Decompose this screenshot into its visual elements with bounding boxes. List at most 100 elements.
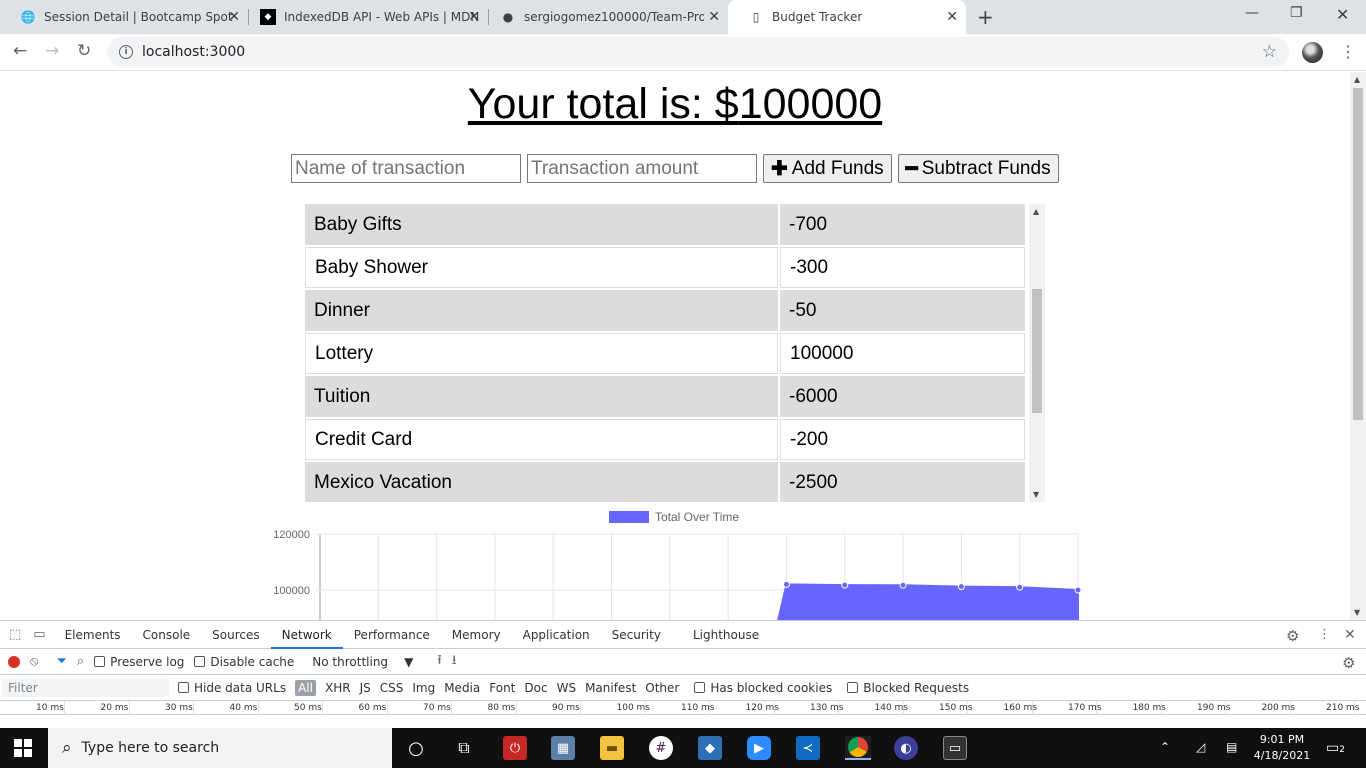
network-icon[interactable]: ◿ <box>1196 740 1205 754</box>
windows-start-icon[interactable] <box>14 739 32 757</box>
close-window-icon[interactable]: ✕ <box>1336 5 1349 24</box>
browser-tab[interactable]: ● sergiogomez100000/Team-Profile ✕ <box>480 0 728 34</box>
add-funds-button[interactable]: ✚ Add Funds <box>763 154 892 183</box>
calculator-icon[interactable]: ▦ <box>551 736 575 760</box>
forward-icon[interactable]: → <box>45 41 59 61</box>
devtools-tab[interactable]: Performance <box>343 621 441 649</box>
address-bar[interactable]: i localhost:3000 ☆ <box>107 37 1289 67</box>
slack-icon[interactable]: # <box>649 736 673 760</box>
type-filter-font[interactable]: Font <box>489 681 515 695</box>
eclipse-icon[interactable]: ◐ <box>894 736 918 760</box>
task-view-icon[interactable]: ⧉ <box>452 736 476 760</box>
ruler-label: 90 ms <box>552 703 580 713</box>
profile-avatar[interactable] <box>1302 42 1323 63</box>
devtools-tab[interactable]: Sources <box>201 621 270 649</box>
scroll-down-icon[interactable]: ▼ <box>1033 490 1039 499</box>
tray-chevron-icon[interactable]: ⌃ <box>1160 740 1170 754</box>
ruler-label: 170 ms <box>1068 703 1102 713</box>
back-icon[interactable]: ← <box>13 41 27 61</box>
vscode-icon[interactable]: ≺ <box>796 736 820 760</box>
disable-cache-checkbox[interactable]: Disable cache <box>194 655 294 669</box>
zoom-icon[interactable]: ▶ <box>747 736 771 760</box>
new-tab-icon[interactable]: + <box>977 5 994 29</box>
devtools-tab[interactable]: Console <box>132 621 202 649</box>
type-filter-media[interactable]: Media <box>444 681 480 695</box>
scroll-up-icon[interactable]: ▲ <box>1033 207 1039 216</box>
type-filter-css[interactable]: CSS <box>380 681 404 695</box>
export-har-icon[interactable]: ⭳ <box>452 651 457 673</box>
type-filter-xhr[interactable]: XHR <box>325 681 351 695</box>
type-filter-other[interactable]: Other <box>645 681 679 695</box>
transactions-table-container[interactable]: Baby Gifts -700 Baby Shower -300 Dinner -50… <box>305 204 1045 502</box>
type-filter-manifest[interactable]: Manifest <box>585 681 636 695</box>
scroll-up-icon[interactable]: ▲ <box>1354 75 1360 84</box>
info-icon[interactable]: i <box>119 45 133 59</box>
device-toolbar-icon[interactable]: ▭ <box>33 627 45 642</box>
github-icon: ● <box>502 10 514 24</box>
page-scrollbar[interactable]: ▲ ▼ <box>1350 72 1366 620</box>
devtools-tab[interactable]: Lighthouse <box>682 621 770 649</box>
type-filter-all[interactable]: All <box>295 679 316 696</box>
has-blocked-cookies-label: Has blocked cookies <box>710 680 833 695</box>
devtools-tab-active[interactable]: Network <box>270 621 343 649</box>
terminal-icon[interactable]: ▭ <box>943 736 967 760</box>
close-devtools-icon[interactable]: ✕ <box>1344 627 1356 643</box>
inspect-element-icon[interactable]: ⬚ <box>9 627 21 642</box>
notifications-icon[interactable]: ▭2 <box>1326 740 1345 756</box>
minimize-icon[interactable]: — <box>1245 5 1259 21</box>
close-tab-icon[interactable]: ✕ <box>708 9 720 25</box>
devtools-tab[interactable]: Memory <box>441 621 512 649</box>
browser-tab[interactable]: 🌐 Session Detail | Bootcamp Spot ✕ <box>0 0 248 34</box>
subtract-funds-button[interactable]: ━ Subtract Funds <box>897 154 1059 183</box>
type-filter-ws[interactable]: WS <box>557 681 576 695</box>
preserve-log-checkbox[interactable]: Preserve log <box>94 655 184 669</box>
taskbar-search[interactable]: ⌕ Type here to search <box>48 728 392 768</box>
more-options-icon[interactable]: ⋮ <box>1318 627 1331 642</box>
type-filter-doc[interactable]: Doc <box>524 681 547 695</box>
clear-icon[interactable]: ⦸ <box>30 654 38 669</box>
network-settings-icon[interactable]: ⚙ <box>1342 654 1355 672</box>
browser-tab-active[interactable]: ▯ Budget Tracker ✕ <box>728 0 966 34</box>
throttling-select[interactable]: No throttling ▼ <box>312 655 413 669</box>
settings-gear-icon[interactable]: ⚙ <box>1286 627 1299 645</box>
ruler-tick <box>580 701 581 715</box>
blocked-requests-checkbox[interactable]: Blocked Requests <box>847 681 969 695</box>
browser-tab[interactable]: ◆ IndexedDB API - Web APIs | MDN ✕ <box>240 0 488 34</box>
hide-data-urls-checkbox[interactable]: Hide data URLs <box>178 681 286 695</box>
devtools-tab[interactable]: Security <box>601 621 672 649</box>
data-point <box>899 581 907 589</box>
system-clock[interactable]: 9:01 PM 4/18/2021 <box>1253 732 1311 764</box>
table-scrollbar[interactable]: ▲ ▼ <box>1029 204 1045 502</box>
git-kraken-icon[interactable]: ◆ <box>698 736 722 760</box>
cortana-icon[interactable]: ○ <box>404 736 428 760</box>
filter-input[interactable]: Filter <box>2 678 169 697</box>
type-filter-img[interactable]: Img <box>412 681 435 695</box>
transaction-amount-input[interactable] <box>527 154 757 183</box>
bookmark-star-icon[interactable]: ☆ <box>1262 42 1277 62</box>
close-tab-icon[interactable]: ✕ <box>946 9 958 25</box>
devtools-tab[interactable]: Elements <box>54 621 132 649</box>
type-filter-js[interactable]: JS <box>360 681 371 695</box>
reload-icon[interactable]: ↻ <box>77 41 91 61</box>
scroll-down-icon[interactable]: ▼ <box>1354 608 1360 617</box>
import-har-icon[interactable]: ⭱ <box>437 651 442 673</box>
devtools-tab[interactable]: Application <box>512 621 601 649</box>
page-viewport: Your total is: $100000 ✚Add Funds ━Subtr… <box>0 72 1350 620</box>
has-blocked-cookies-checkbox[interactable]: Has blocked cookies <box>694 681 832 695</box>
page-scroll-thumb[interactable] <box>1353 88 1363 420</box>
keyboard-icon[interactable]: ▤ <box>1226 740 1237 754</box>
table-row: Baby Gifts -700 <box>305 204 1025 245</box>
chrome-icon[interactable] <box>845 736 871 760</box>
record-icon[interactable] <box>8 655 20 668</box>
close-tab-icon[interactable]: ✕ <box>468 9 480 25</box>
maximize-icon[interactable]: ❐ <box>1290 5 1303 21</box>
browser-menu-icon[interactable]: ⋮ <box>1340 42 1356 61</box>
power-app-icon[interactable]: ⏻ <box>503 736 527 760</box>
close-tab-icon[interactable]: ✕ <box>228 9 240 25</box>
table-scroll-thumb[interactable] <box>1032 289 1042 413</box>
search-icon[interactable]: ⌕ <box>77 654 84 669</box>
transaction-value: -50 <box>780 290 1025 331</box>
file-explorer-icon[interactable]: ▬ <box>600 736 624 760</box>
filter-icon[interactable]: ⏷ <box>56 654 66 669</box>
transaction-name-input[interactable] <box>291 154 521 183</box>
